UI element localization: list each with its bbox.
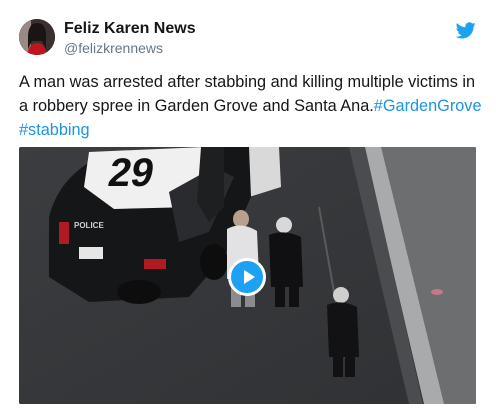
author-handle[interactable]: @felizkrennews: [64, 40, 163, 56]
hashtag-stabbing-link[interactable]: #stabbing: [19, 121, 90, 139]
tweet-text-line1: A man was arrested after stabbing and ki…: [19, 73, 476, 91]
car-number-text: 29: [105, 151, 158, 195]
tweet-text: A man was arrested after stabbing and ki…: [19, 70, 487, 142]
tweet-card: Feliz Karen News @felizkrennews A man wa…: [0, 0, 496, 409]
twitter-bird-icon[interactable]: [455, 22, 476, 39]
tweet-text-line2: a robbery spree in Garden Grove and Sant…: [19, 97, 374, 115]
author-avatar[interactable]: [19, 19, 55, 55]
video-player[interactable]: 29 POLICE: [19, 147, 476, 404]
play-button[interactable]: [228, 258, 266, 296]
author-display-name[interactable]: Feliz Karen News: [64, 20, 196, 38]
door-police-text: POLICE: [74, 221, 104, 230]
hashtag-gardengrove-link[interactable]: #GardenGrove: [374, 97, 482, 115]
avatar-image: [19, 19, 55, 55]
play-icon: [244, 270, 255, 284]
